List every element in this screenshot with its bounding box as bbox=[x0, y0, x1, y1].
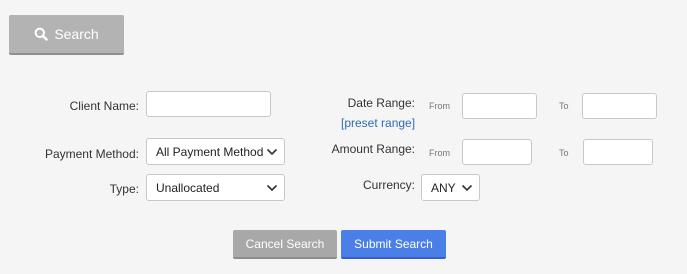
amount-to-label: To bbox=[559, 148, 569, 158]
amount-to-input[interactable] bbox=[583, 139, 653, 165]
cancel-search-button[interactable]: Cancel Search bbox=[233, 230, 337, 259]
date-to-input[interactable] bbox=[582, 93, 657, 119]
search-icon bbox=[34, 27, 49, 41]
type-label: Type: bbox=[109, 182, 139, 196]
client-name-input[interactable] bbox=[146, 91, 271, 117]
payment-method-value: All Payment Method bbox=[156, 144, 264, 159]
payment-method-label: Payment Method: bbox=[44, 147, 139, 161]
date-from-label: From bbox=[429, 101, 450, 111]
date-from-input[interactable] bbox=[462, 93, 537, 119]
currency-value: ANY bbox=[431, 180, 456, 195]
type-select[interactable]: Unallocated bbox=[146, 174, 285, 201]
chevron-down-icon bbox=[461, 184, 473, 191]
submit-search-button[interactable]: Submit Search bbox=[341, 230, 446, 259]
client-name-label: Client Name: bbox=[69, 99, 139, 113]
date-range-label: Date Range: bbox=[347, 96, 415, 110]
amount-from-input[interactable] bbox=[462, 139, 532, 165]
search-toggle-label: Search bbox=[54, 26, 99, 42]
preset-range-link[interactable]: [preset range] bbox=[341, 116, 415, 130]
payment-method-select[interactable]: All Payment Method bbox=[146, 138, 285, 165]
currency-select[interactable]: ANY bbox=[421, 174, 480, 201]
chevron-down-icon bbox=[266, 148, 278, 155]
date-to-label: To bbox=[559, 101, 569, 111]
amount-from-label: From bbox=[429, 148, 450, 158]
currency-label: Currency: bbox=[362, 178, 415, 192]
type-value: Unallocated bbox=[156, 180, 220, 195]
amount-range-label: Amount Range: bbox=[331, 142, 415, 156]
chevron-down-icon bbox=[266, 184, 278, 191]
search-toggle-button[interactable]: Search bbox=[9, 15, 124, 55]
